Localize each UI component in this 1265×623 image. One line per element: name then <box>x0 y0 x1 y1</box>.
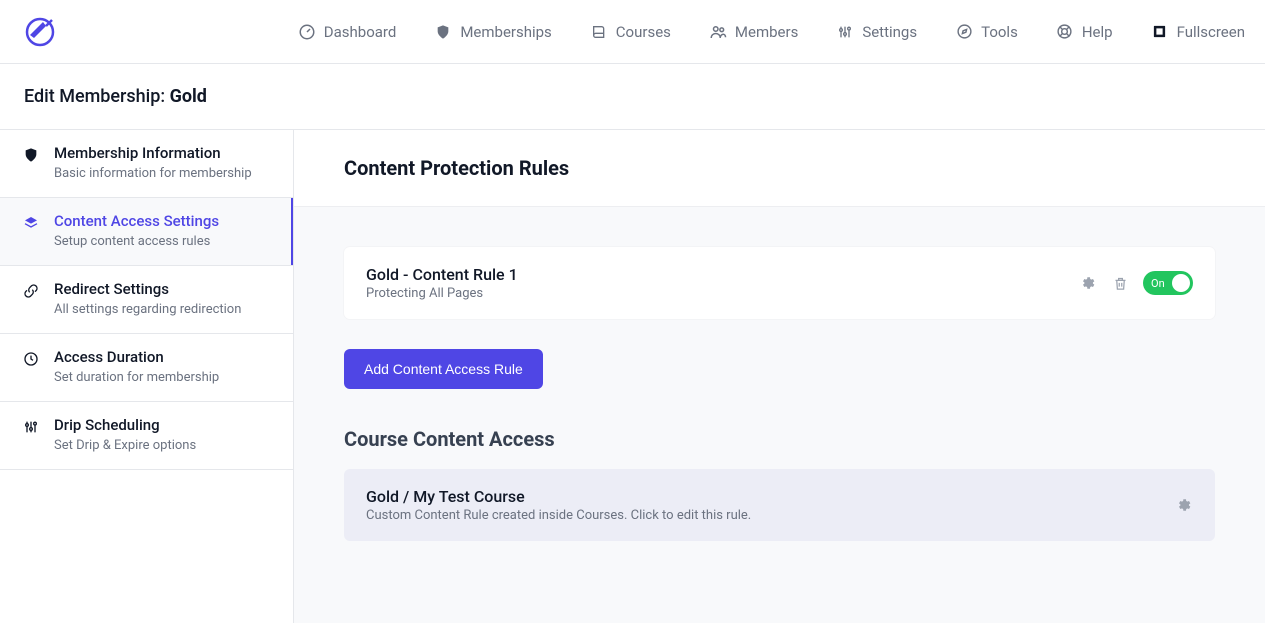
sidebar-item-drip-scheduling[interactable]: Drip Scheduling Set Drip & Expire option… <box>0 402 293 470</box>
page-title-bar: Edit Membership: Gold <box>0 64 1265 130</box>
sliders-icon <box>836 23 854 41</box>
nav-label: Dashboard <box>324 23 397 41</box>
main-area: Membership Information Basic information… <box>0 130 1265 623</box>
nav-label: Members <box>735 23 798 41</box>
sidebar-item-label: Access Duration <box>54 348 219 366</box>
course-content-access-section: Course Content Access Gold / My Test Cou… <box>344 427 1215 541</box>
content-panel: Content Protection Rules Gold - Content … <box>294 130 1265 623</box>
nav-fullscreen[interactable]: Fullscreen <box>1151 23 1245 41</box>
course-rule-card[interactable]: Gold / My Test Course Custom Content Rul… <box>344 469 1215 541</box>
nav-help[interactable]: Help <box>1056 23 1113 41</box>
topbar: Dashboard Memberships Courses Members Se… <box>0 0 1265 64</box>
compass-icon <box>955 23 973 41</box>
layers-icon <box>22 214 40 232</box>
sidebar-item-access-duration[interactable]: Access Duration Set duration for members… <box>0 334 293 402</box>
shield-icon <box>22 146 40 164</box>
sidebar-item-label: Content Access Settings <box>54 212 219 230</box>
gear-icon[interactable] <box>1079 274 1097 292</box>
users-icon <box>709 23 727 41</box>
course-rule-title: Gold / My Test Course <box>366 487 751 506</box>
settings-sidebar: Membership Information Basic information… <box>0 130 294 623</box>
sidebar-item-redirect-settings[interactable]: Redirect Settings All settings regarding… <box>0 266 293 334</box>
sliders-icon <box>22 418 40 436</box>
course-rule-subtitle: Custom Content Rule created inside Cours… <box>366 508 751 523</box>
sidebar-item-sublabel: Set duration for membership <box>54 370 219 385</box>
nav-label: Fullscreen <box>1177 23 1245 41</box>
nav-label: Tools <box>981 23 1018 41</box>
section-title: Content Protection Rules <box>344 156 1215 180</box>
clock-icon <box>22 350 40 368</box>
sidebar-item-membership-information[interactable]: Membership Information Basic information… <box>0 130 293 198</box>
shield-icon <box>434 23 452 41</box>
sidebar-item-sublabel: Basic information for membership <box>54 166 252 181</box>
gear-icon[interactable] <box>1175 496 1193 514</box>
page-title-prefix: Edit Membership: <box>24 86 170 107</box>
sidebar-item-label: Drip Scheduling <box>54 416 196 434</box>
nav-members[interactable]: Members <box>709 23 798 41</box>
book-icon <box>590 23 608 41</box>
content-body: Gold - Content Rule 1 Protecting All Pag… <box>294 207 1265 581</box>
course-section-title: Course Content Access <box>344 427 1215 451</box>
page-title: Edit Membership: Gold <box>24 86 1249 107</box>
sidebar-item-sublabel: Setup content access rules <box>54 234 219 249</box>
app-logo[interactable] <box>24 16 56 48</box>
nav-tools[interactable]: Tools <box>955 23 1018 41</box>
add-content-access-rule-button[interactable]: Add Content Access Rule <box>344 349 543 389</box>
nav-label: Settings <box>862 23 917 41</box>
fullscreen-icon <box>1151 23 1169 41</box>
sidebar-item-label: Membership Information <box>54 144 252 162</box>
sidebar-item-content-access-settings[interactable]: Content Access Settings Setup content ac… <box>0 198 293 266</box>
rule-subtitle: Protecting All Pages <box>366 286 518 301</box>
toggle-knob <box>1172 274 1190 292</box>
nav-settings[interactable]: Settings <box>836 23 917 41</box>
top-nav: Dashboard Memberships Courses Members Se… <box>298 23 1245 41</box>
sidebar-item-sublabel: Set Drip & Expire options <box>54 438 196 453</box>
nav-dashboard[interactable]: Dashboard <box>298 23 397 41</box>
section-header: Content Protection Rules <box>294 130 1265 207</box>
nav-label: Help <box>1082 23 1113 41</box>
gauge-icon <box>298 23 316 41</box>
rule-actions: On <box>1079 271 1193 295</box>
nav-courses[interactable]: Courses <box>590 23 671 41</box>
rule-card: Gold - Content Rule 1 Protecting All Pag… <box>344 247 1215 319</box>
nav-label: Memberships <box>460 23 551 41</box>
trash-icon[interactable] <box>1111 274 1129 292</box>
rule-title: Gold - Content Rule 1 <box>366 265 518 284</box>
sidebar-item-sublabel: All settings regarding redirection <box>54 302 241 317</box>
sidebar-item-label: Redirect Settings <box>54 280 241 298</box>
nav-memberships[interactable]: Memberships <box>434 23 551 41</box>
page-title-name: Gold <box>170 86 207 107</box>
lifering-icon <box>1056 23 1074 41</box>
toggle-label: On <box>1151 277 1165 290</box>
nav-label: Courses <box>616 23 671 41</box>
link-icon <box>22 282 40 300</box>
rule-toggle[interactable]: On <box>1143 271 1193 295</box>
